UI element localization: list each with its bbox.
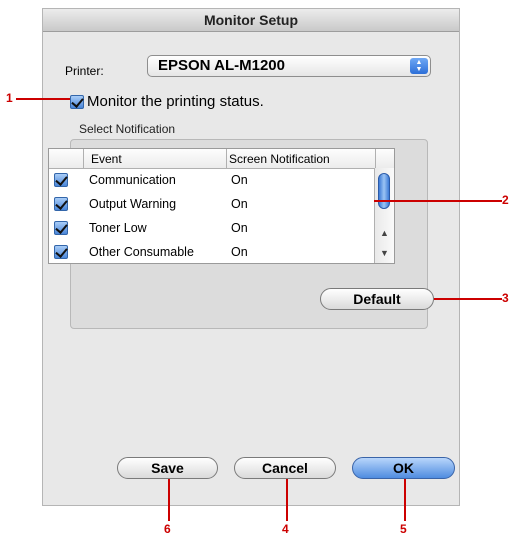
screen-notification-cell[interactable]: On: [231, 197, 248, 211]
scrollbar-thumb[interactable]: [378, 173, 390, 209]
callout-number-4: 4: [282, 522, 289, 536]
printer-select[interactable]: EPSON AL-M1200 ▲ ▼: [147, 55, 431, 77]
table-row[interactable]: Output Warning On: [49, 192, 375, 216]
monitor-status-option[interactable]: Monitor the printing status.: [70, 93, 264, 113]
callout-line-1: [16, 98, 70, 100]
table-row[interactable]: Toner Low On: [49, 216, 375, 240]
select-notification-label: Select Notification: [79, 122, 176, 136]
callout-number-2: 2: [502, 193, 509, 207]
window-title: Monitor Setup: [43, 9, 459, 32]
row-checkbox[interactable]: [54, 245, 68, 259]
scroll-up-arrow-icon[interactable]: ▲: [375, 228, 394, 238]
column-header-screen-notification[interactable]: Screen Notification: [229, 152, 330, 166]
printer-label: Printer:: [65, 64, 104, 78]
default-button[interactable]: Default: [320, 288, 434, 310]
callout-line-3: [434, 298, 502, 300]
select-arrows-icon: ▲ ▼: [410, 58, 428, 74]
screen-notification-cell[interactable]: On: [231, 221, 248, 235]
notification-table: Event Screen Notification Communication …: [48, 148, 395, 264]
event-cell: Toner Low: [89, 221, 147, 235]
event-cell: Communication: [89, 173, 176, 187]
screen-notification-cell[interactable]: On: [231, 245, 248, 259]
callout-line-4: [286, 479, 288, 521]
table-header: Event Screen Notification: [49, 149, 394, 169]
event-cell: Output Warning: [89, 197, 177, 211]
cancel-button[interactable]: Cancel: [234, 457, 336, 479]
callout-number-6: 6: [164, 522, 171, 536]
column-divider: [375, 149, 376, 168]
column-header-event[interactable]: Event: [91, 152, 122, 166]
callout-line-2: [374, 200, 502, 202]
callout-number-5: 5: [400, 522, 407, 536]
table-row[interactable]: Other Consumable On: [49, 240, 375, 264]
monitor-status-label: Monitor the printing status.: [87, 93, 264, 111]
table-row[interactable]: Communication On: [49, 168, 375, 192]
column-divider: [226, 149, 227, 168]
save-button[interactable]: Save: [117, 457, 218, 479]
screen-notification-cell[interactable]: On: [231, 173, 248, 187]
callout-number-3: 3: [502, 291, 509, 305]
monitor-status-checkbox[interactable]: [70, 94, 84, 109]
row-checkbox[interactable]: [54, 221, 68, 235]
event-cell: Other Consumable: [89, 245, 194, 259]
printer-select-value: EPSON AL-M1200: [158, 57, 285, 74]
table-scrollbar[interactable]: ▲ ▼: [374, 168, 394, 263]
column-divider: [83, 149, 84, 168]
row-checkbox[interactable]: [54, 173, 68, 187]
callout-number-1: 1: [6, 91, 13, 105]
row-checkbox[interactable]: [54, 197, 68, 211]
scroll-down-arrow-icon[interactable]: ▼: [375, 248, 394, 258]
callout-line-5: [404, 479, 406, 521]
callout-line-6: [168, 479, 170, 521]
ok-button[interactable]: OK: [352, 457, 455, 479]
